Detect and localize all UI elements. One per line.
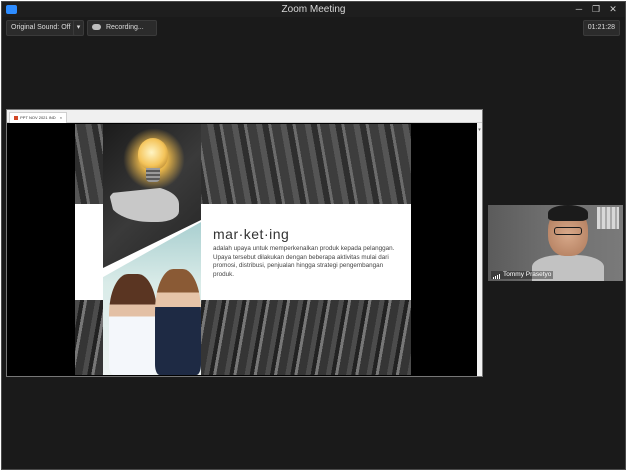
glasses-icon (554, 227, 582, 235)
screen-share-view[interactable]: PPT NOV 2021 IND × ▾ mar·ket·ing adalah … (6, 109, 483, 377)
participant-name-label: Tommy Prasetyo (491, 271, 554, 279)
chevron-down-icon: ▾ (76, 24, 81, 31)
slide-text-block: mar·ket·ing adalah upaya untuk memperken… (213, 226, 403, 279)
slide-heading: mar·ket·ing (213, 226, 290, 242)
meeting-timer: 01:21:28 (582, 20, 620, 36)
participant-video-tile[interactable]: Tommy Prasetyo (488, 205, 623, 281)
signal-strength-icon (493, 271, 501, 279)
close-icon[interactable]: ✕ (605, 2, 621, 16)
lightbulb-icon (138, 138, 168, 170)
original-sound-label: Original Sound: Off (11, 24, 71, 31)
participant-name: Tommy Prasetyo (503, 271, 552, 278)
woman-figure-left (109, 274, 157, 375)
share-tab-label: PPT NOV 2021 IND (20, 115, 56, 120)
video-window-light (597, 207, 619, 229)
recording-label: Recording... (105, 24, 144, 31)
lightbulb-base (146, 168, 160, 182)
share-tab-bar: PPT NOV 2021 IND × (7, 110, 482, 123)
original-sound-dropdown[interactable]: ▾ (73, 20, 84, 36)
maximize-icon[interactable]: ❐ (588, 2, 604, 16)
zoom-meeting-window: Zoom Meeting ─ ❐ ✕ Original Sound: Off ▾… (1, 1, 626, 470)
scroll-down-arrow-icon[interactable]: ▾ (477, 127, 482, 133)
minimize-icon[interactable]: ─ (571, 2, 587, 16)
cloud-record-icon (92, 24, 101, 31)
participant-hair (548, 205, 588, 221)
original-sound-button[interactable]: Original Sound: Off (6, 20, 78, 36)
title-bar: Zoom Meeting ─ ❐ ✕ (2, 2, 625, 17)
woman-figure-right (155, 269, 201, 375)
tab-close-icon[interactable]: × (60, 115, 62, 120)
slide-body-text: adalah upaya untuk memperkenalkan produk… (213, 245, 395, 278)
share-tab[interactable]: PPT NOV 2021 IND × (9, 112, 68, 123)
presentation-slide: mar·ket·ing adalah upaya untuk memperken… (75, 124, 411, 375)
powerpoint-icon (14, 115, 18, 120)
vertical-scrollbar[interactable]: ▾ (477, 123, 482, 376)
window-title: Zoom Meeting (281, 4, 346, 15)
recording-indicator[interactable]: Recording... (87, 20, 157, 36)
